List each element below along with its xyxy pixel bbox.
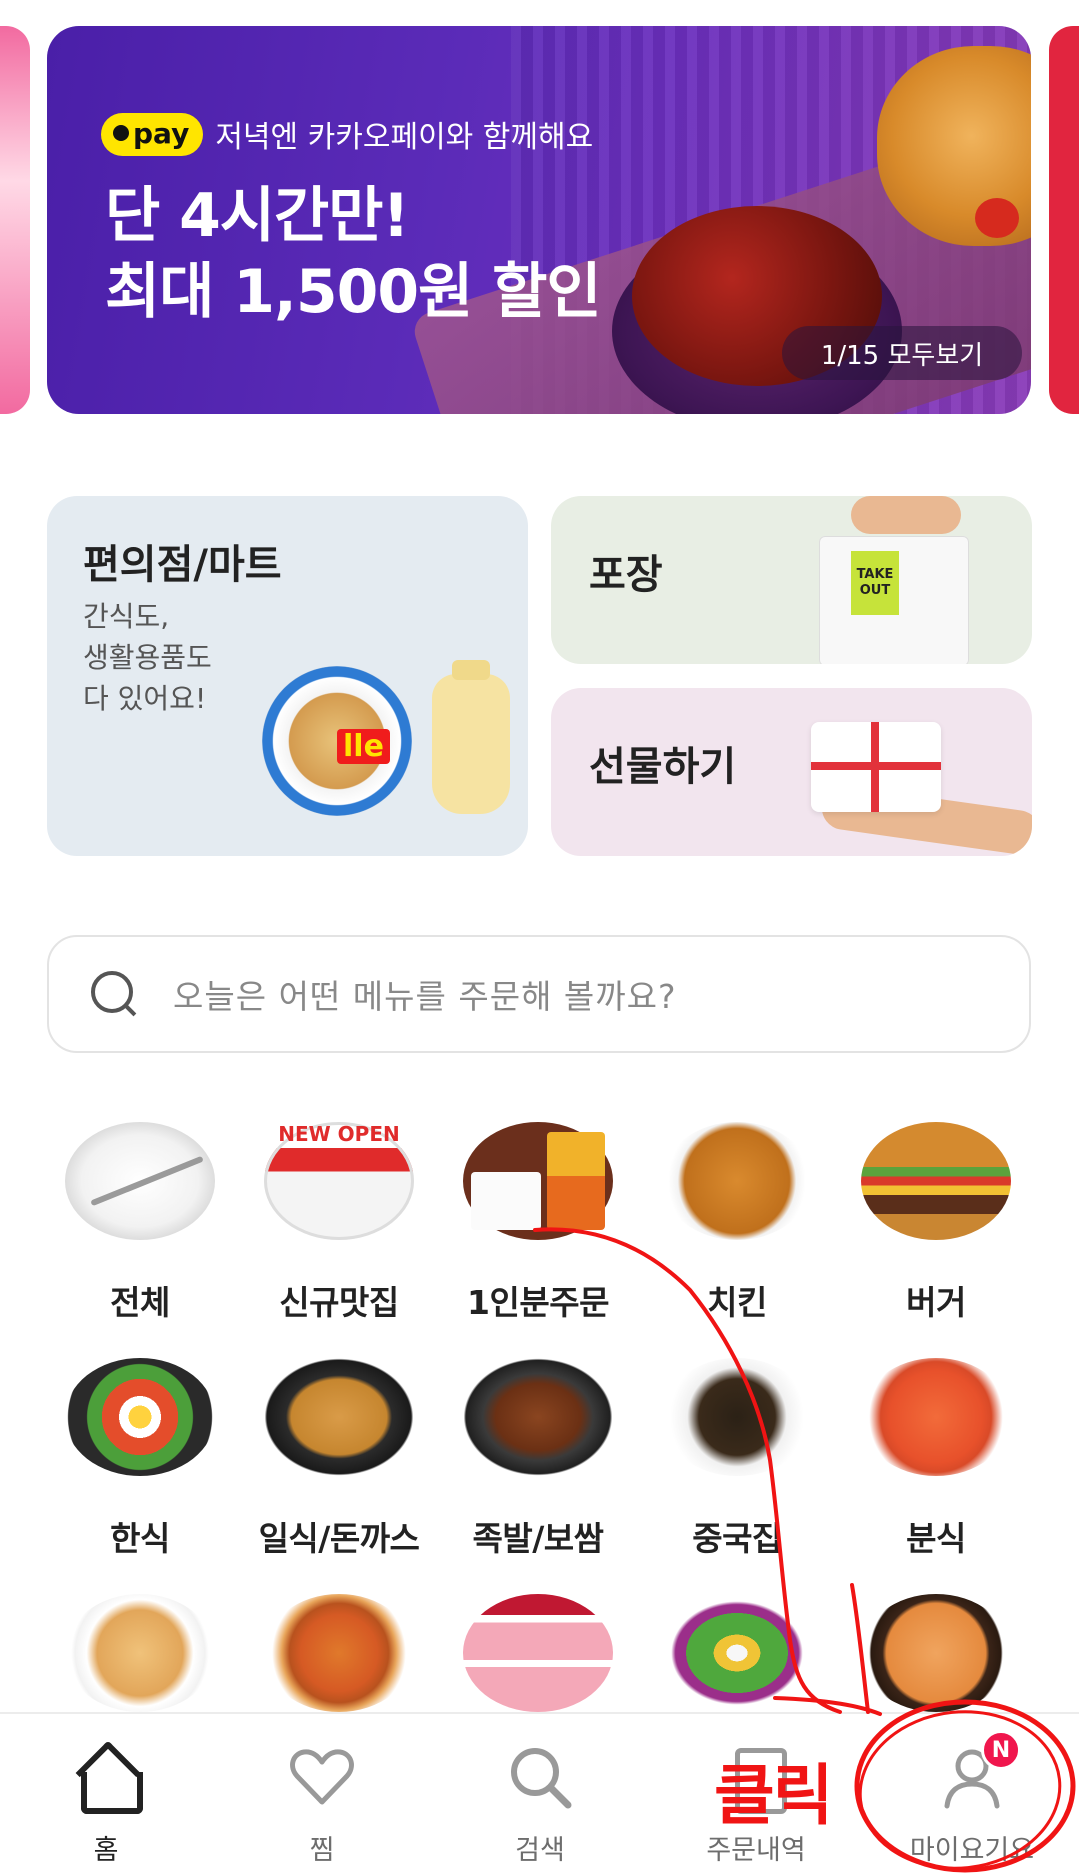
category-burger[interactable]: 버거: [836, 1122, 1036, 1324]
category-label: 전체: [110, 1283, 170, 1322]
nav-my-yogiyo-label: 마이요기요: [909, 1835, 1035, 1866]
category-salad[interactable]: [637, 1594, 837, 1712]
category-label: 일식/돈까스: [258, 1519, 420, 1558]
nav-wishlist-label: 찜: [309, 1835, 335, 1866]
category-soup[interactable]: [836, 1594, 1036, 1712]
category-label: 한식: [110, 1519, 170, 1558]
pickup-card[interactable]: 포장 TAKE OUT: [551, 496, 1032, 664]
kakaopay-dot-icon: [113, 125, 129, 141]
burger-icon: [861, 1122, 1011, 1240]
nav-home[interactable]: 홈: [16, 1742, 196, 1867]
chicken-icon: [662, 1122, 812, 1240]
category-snacks[interactable]: 분식: [836, 1358, 1036, 1560]
notification-badge: N: [981, 1730, 1021, 1770]
category-label: 중국집: [692, 1519, 782, 1558]
category-label: 신규맛집: [279, 1283, 399, 1322]
search-placeholder: 오늘은 어떤 메뉴를 주문해 볼까요?: [173, 977, 677, 1016]
annotation-click-label: 클릭: [714, 1757, 833, 1834]
salad-icon: [662, 1594, 812, 1712]
gift-card-title: 선물하기: [589, 744, 737, 790]
banner-pay-row: pay 저녁엔 카카오페이와 함께해요: [101, 112, 593, 156]
pickup-card-title: 포장: [589, 552, 663, 598]
kakaopay-logo: pay: [101, 112, 204, 156]
category-japanese[interactable]: 일식/돈까스: [239, 1358, 439, 1560]
menu-search-bar[interactable]: 오늘은 어떤 메뉴를 주문해 볼까요?: [47, 935, 1031, 1053]
bento-icon: [463, 1122, 613, 1240]
search-icon: [89, 969, 139, 1019]
home-icon: [71, 1742, 143, 1814]
banner-headline-line1: 단 4시간만!: [105, 181, 410, 251]
previous-banner-peek[interactable]: [0, 26, 30, 414]
nav-search[interactable]: 검색: [450, 1742, 630, 1867]
convenience-desc-line1: 간식도,: [83, 600, 170, 633]
banner-subtitle: 저녁엔 카카오페이와 함께해요: [215, 120, 594, 155]
banner-tomato-image: [975, 198, 1019, 238]
category-single-order[interactable]: 1인분주문: [438, 1122, 638, 1324]
category-chinese[interactable]: 중국집: [637, 1358, 837, 1560]
category-noodle[interactable]: [40, 1594, 240, 1712]
kakaopay-logo-text: pay: [133, 116, 190, 150]
category-label: 분식: [906, 1519, 966, 1558]
person-icon: N: [937, 1730, 1021, 1812]
nav-search-label: 검색: [515, 1835, 565, 1866]
cake-icon: [463, 1594, 613, 1712]
convenience-card-description: 간식도, 생활용품도 다 있어요!: [83, 596, 212, 719]
search-icon: [505, 1742, 575, 1812]
banner-view-all-button[interactable]: 1/15 모두보기: [782, 326, 1022, 380]
category-dessert[interactable]: [438, 1594, 638, 1712]
new-open-sign: NEW OPEN: [278, 1122, 400, 1146]
soup-icon: [861, 1594, 1011, 1712]
hand-image: [851, 496, 961, 534]
gift-card[interactable]: 선물하기: [551, 688, 1032, 856]
category-chicken[interactable]: 치킨: [637, 1122, 837, 1324]
heart-icon: [287, 1742, 357, 1812]
banner-headline: 단 4시간만! 최대 1,500원 할인: [105, 178, 602, 330]
tteokbokki-icon: [861, 1358, 1011, 1476]
pho-icon: [65, 1594, 215, 1712]
jokbal-icon: [463, 1358, 613, 1476]
category-jokbal[interactable]: 족발/보쌈: [438, 1358, 638, 1560]
category-label: 버거: [906, 1283, 966, 1322]
bibimbap-icon: [65, 1358, 215, 1476]
category-all[interactable]: 전체: [40, 1122, 240, 1324]
nav-home-label: 홈: [93, 1835, 119, 1866]
convenience-desc-line2: 생활용품도: [83, 641, 212, 674]
category-label: 족발/보쌈: [472, 1519, 605, 1558]
category-korean[interactable]: 한식: [40, 1358, 240, 1560]
category-new-restaurants[interactable]: NEW OPEN 신규맛집: [239, 1122, 439, 1324]
banner-headline-line2: 최대 1,500원 할인: [105, 257, 602, 327]
convenience-store-card[interactable]: 편의점/마트 간식도, 생활용품도 다 있어요! lle: [47, 496, 528, 856]
nav-wishlist[interactable]: 찜: [232, 1742, 412, 1867]
takeout-tag: TAKE OUT: [851, 551, 899, 615]
convenience-desc-line3: 다 있어요!: [83, 682, 207, 715]
convenience-card-title: 편의점/마트: [83, 542, 282, 588]
cup-ramen-label: lle: [337, 729, 390, 764]
promo-banner[interactable]: pay 저녁엔 카카오페이와 함께해요 단 4시간만! 최대 1,500원 할인…: [47, 26, 1031, 414]
category-label: 1인분주문: [467, 1283, 609, 1322]
category-pizza[interactable]: [239, 1594, 439, 1712]
category-label: 치킨: [707, 1283, 767, 1322]
new-shop-icon: NEW OPEN: [264, 1122, 414, 1240]
banana-milk-image: [432, 660, 510, 814]
katsu-icon: [264, 1358, 414, 1476]
bottom-navigation: 홈 찜 검색 주문내역 N 마이요기요: [0, 1712, 1079, 1874]
pizza-icon: [264, 1594, 414, 1712]
gift-box-image: [811, 722, 941, 812]
jjajang-icon: [662, 1358, 812, 1476]
plate-icon: [65, 1122, 215, 1240]
nav-my-yogiyo[interactable]: N 마이요기요: [882, 1730, 1062, 1867]
next-banner-peek[interactable]: [1049, 26, 1079, 414]
